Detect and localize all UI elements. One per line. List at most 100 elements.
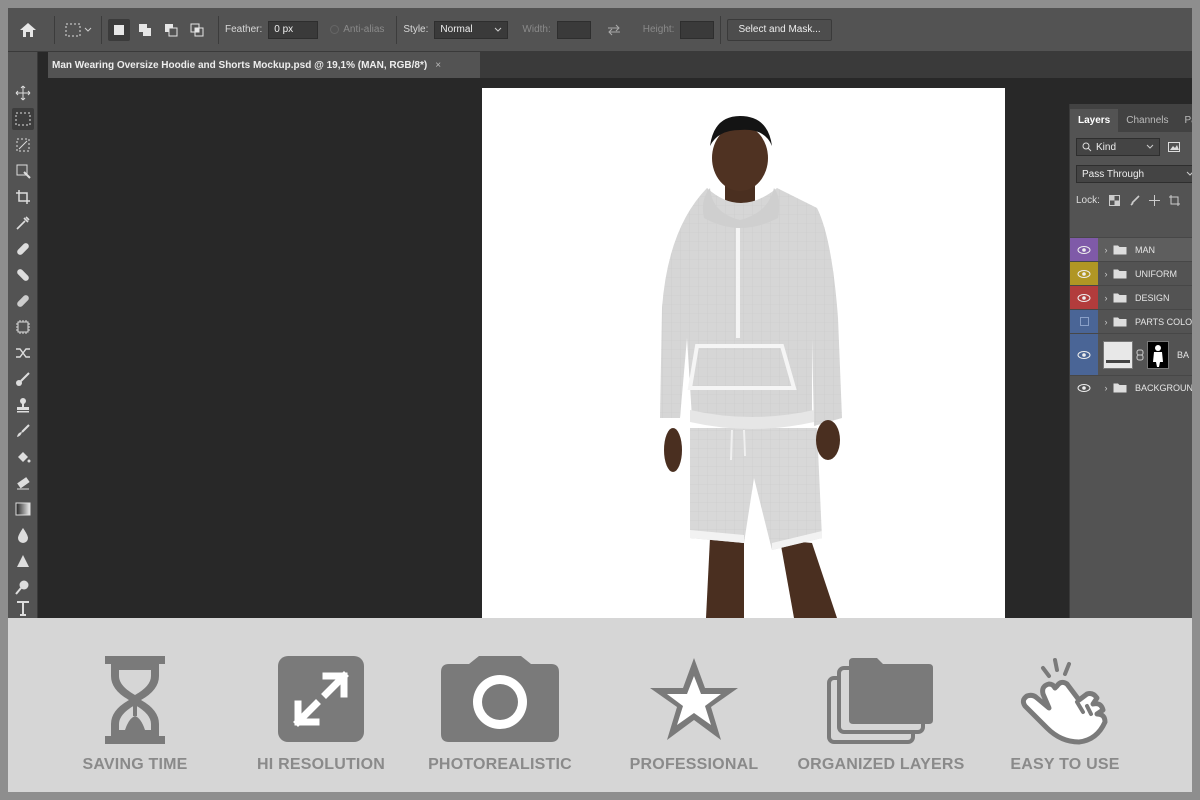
blend-mode-select[interactable]: Pass Through — [1076, 165, 1192, 183]
layer-row[interactable]: BA — [1070, 333, 1192, 375]
link-icon[interactable] — [1136, 349, 1144, 361]
add-selection-button[interactable] — [134, 19, 156, 41]
chevron-right-icon[interactable]: › — [1101, 317, 1111, 327]
gradient-tool[interactable] — [12, 498, 34, 520]
layer-name: BA — [1177, 349, 1190, 360]
eye-icon — [1077, 383, 1091, 392]
sharpen-tool[interactable] — [12, 550, 34, 572]
chevron-right-icon[interactable]: › — [1101, 293, 1111, 303]
tab-paths[interactable]: Pa — [1177, 109, 1192, 132]
visibility-toggle[interactable] — [1070, 262, 1098, 285]
frame-icon — [16, 164, 31, 179]
chevron-right-icon[interactable]: › — [1101, 245, 1111, 255]
feather-input[interactable]: 0 px — [268, 20, 319, 39]
eraser-tool[interactable] — [12, 472, 34, 494]
kind-filter-select[interactable]: Kind — [1076, 138, 1160, 156]
lock-transparency-icon[interactable] — [1108, 195, 1120, 206]
thumbnail-image — [1106, 359, 1130, 363]
document-tab[interactable]: Man Wearing Oversize Hoodie and Shorts M… — [48, 52, 480, 78]
close-icon[interactable]: × — [435, 60, 441, 71]
visibility-toggle[interactable] — [1070, 376, 1098, 399]
feature-label: PROFESSIONAL — [629, 756, 759, 773]
feature-label: PHOTOREALISTIC — [428, 756, 572, 773]
search-icon — [1082, 142, 1092, 152]
document-tab-bar: Man Wearing Oversize Hoodie and Shorts M… — [48, 52, 1192, 78]
intersect-selection-button[interactable] — [186, 19, 208, 41]
lock-pixels-icon[interactable] — [1129, 195, 1140, 206]
layer-thumbnail[interactable] — [1103, 340, 1133, 369]
brush-icon — [16, 372, 30, 386]
marquee-tool[interactable] — [12, 108, 34, 130]
layer-row[interactable]: › MAN — [1070, 237, 1192, 261]
visibility-toggle[interactable] — [1070, 238, 1098, 261]
height-input[interactable] — [680, 20, 715, 39]
chevron-right-icon[interactable]: › — [1101, 383, 1111, 393]
history-brush-tool[interactable] — [12, 420, 34, 442]
width-input[interactable] — [556, 20, 591, 39]
frame-tool[interactable] — [12, 160, 34, 182]
rect-marquee-icon — [65, 23, 80, 36]
layer-mask-thumbnail[interactable] — [1147, 340, 1169, 369]
camera-icon — [441, 656, 559, 742]
tab-channels[interactable]: Channels — [1118, 109, 1176, 132]
layer-row[interactable]: › DESIGN — [1070, 285, 1192, 309]
subtract-selection-icon — [165, 23, 178, 36]
style-select[interactable]: Normal — [434, 20, 509, 39]
eye-icon — [1077, 269, 1091, 278]
home-button[interactable] — [8, 8, 48, 52]
object-selection-tool[interactable] — [12, 134, 34, 156]
feature-label: ORGANIZED LAYERS — [797, 756, 965, 773]
chevron-down-icon — [1146, 144, 1154, 149]
panel-tabs: Layers Channels Pa — [1070, 104, 1192, 132]
crop-tool[interactable] — [12, 186, 34, 208]
new-selection-button[interactable] — [108, 18, 130, 41]
style-label: Style: — [403, 24, 429, 35]
feature-strip: SAVING TIME HI RESOLUTION PHOTOREALISTIC — [8, 618, 1192, 792]
red-eye-tool[interactable] — [12, 342, 34, 364]
type-tool[interactable] — [12, 597, 34, 618]
width-label: Width: — [522, 24, 551, 35]
lock-artboard-icon[interactable] — [1168, 195, 1180, 206]
feature-organized-layers: ORGANIZED LAYERS — [786, 618, 976, 792]
clone-stamp-tool[interactable] — [12, 394, 34, 416]
crop-icon — [16, 190, 30, 204]
chevron-right-icon[interactable]: › — [1101, 269, 1111, 279]
eyedropper-tool[interactable] — [12, 212, 34, 234]
marquee-preset-picker[interactable] — [61, 18, 95, 42]
antialias-checkbox[interactable]: Anti-alias — [330, 24, 390, 35]
tab-layers[interactable]: Layers — [1070, 109, 1119, 132]
brush-healing-tool[interactable] — [12, 264, 34, 286]
eye-icon — [1077, 245, 1091, 254]
intersect-selection-icon — [190, 23, 204, 36]
move-tool[interactable] — [12, 82, 34, 104]
content-aware-tool[interactable] — [12, 316, 34, 338]
layer-name: PARTS COLO — [1135, 316, 1192, 327]
layer-row[interactable]: › UNIFORM — [1070, 261, 1192, 285]
layer-row[interactable]: › PARTS COLO — [1070, 309, 1192, 333]
visibility-toggle[interactable] — [1070, 310, 1098, 333]
visibility-toggle[interactable] — [1070, 334, 1098, 375]
select-and-mask-button[interactable]: Select and Mask... — [727, 18, 832, 41]
image-filter-icon[interactable] — [1168, 142, 1180, 152]
feature-label: EASY TO USE — [1010, 756, 1120, 773]
brush-tool[interactable] — [12, 368, 34, 390]
document-canvas[interactable] — [482, 88, 1005, 618]
blur-tool[interactable] — [12, 524, 34, 546]
chevron-down-icon — [1186, 171, 1192, 176]
checkbox-icon — [330, 25, 340, 34]
swap-icon[interactable] — [607, 24, 621, 36]
blend-mode-value: Pass Through — [1082, 168, 1145, 180]
visibility-toggle[interactable] — [1070, 286, 1098, 309]
subtract-selection-button[interactable] — [160, 19, 182, 41]
spot-healing-tool[interactable] — [12, 238, 34, 260]
bandage-icon — [17, 269, 29, 281]
fill-tool[interactable] — [12, 446, 34, 468]
kind-filter-value: Kind — [1096, 141, 1117, 153]
lock-position-icon[interactable] — [1148, 195, 1160, 206]
patch-tool[interactable] — [12, 290, 34, 312]
dodge-tool[interactable] — [12, 576, 34, 598]
healing-brush-icon — [17, 243, 29, 255]
layer-row[interactable]: › BACKGROUN — [1070, 375, 1192, 399]
move-icon — [15, 85, 31, 101]
feather-label: Feather: — [225, 24, 263, 35]
